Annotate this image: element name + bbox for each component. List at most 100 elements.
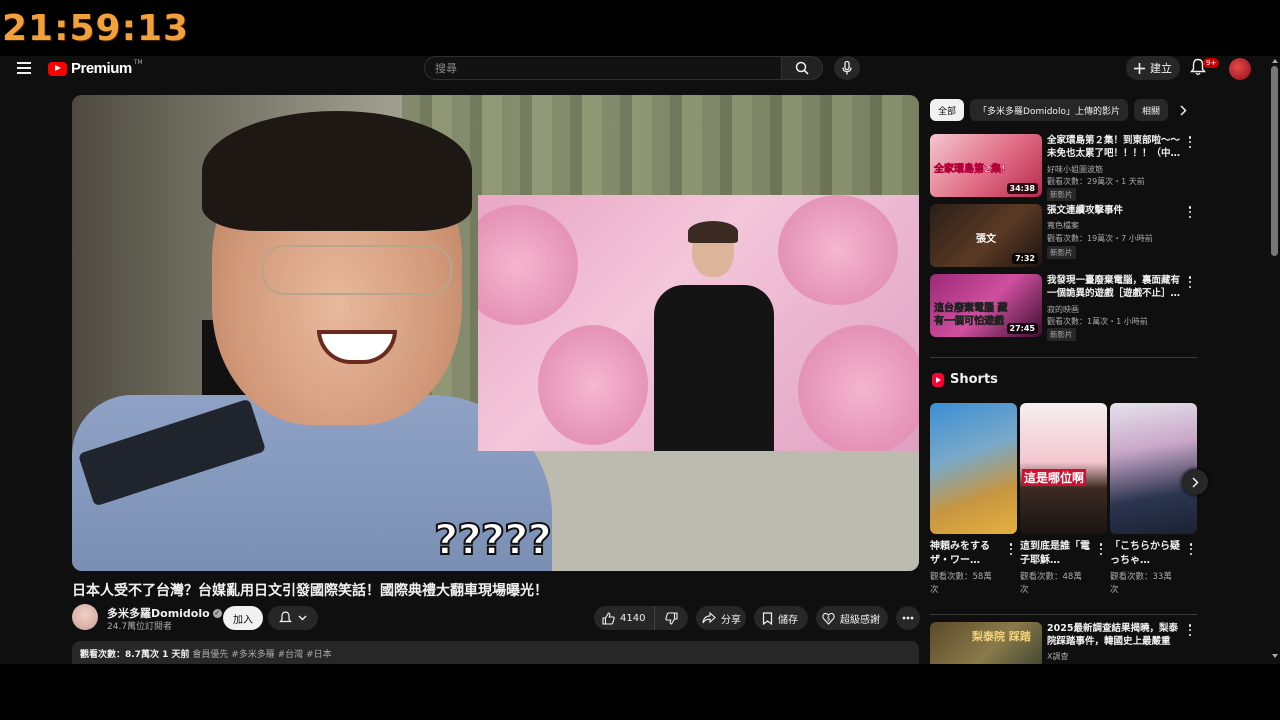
description-box[interactable]: 觀看次數：8.7萬次 1 天前 會員優先 #多米多羅 #台灣 #日本: [72, 641, 919, 664]
recommendation-item[interactable]: 這台廢棄電腦 藏有一個可怕遊戲 27:45 我發現一臺廢棄電腦，裏面藏有一個詭異…: [930, 274, 1200, 341]
short-thumbnail: [1110, 403, 1197, 534]
short-views: 觀看次數：48萬次: [1020, 572, 1082, 595]
logo-text: Premium: [71, 60, 132, 77]
youtube-play-logo-icon: [48, 61, 67, 76]
microphone-icon: [842, 61, 852, 75]
verified-check-icon: ✓: [212, 608, 222, 618]
save-button[interactable]: 儲存: [754, 606, 808, 630]
recommendation-thumbnail: 張文 7:32: [930, 204, 1042, 267]
performer-hair: [688, 221, 738, 243]
more-vertical-icon[interactable]: [1186, 543, 1196, 555]
video-duration: 34:38: [1006, 183, 1038, 194]
page-scrollbar[interactable]: [1269, 56, 1280, 664]
channel-avatar[interactable]: [72, 604, 98, 630]
video-caption: ?????: [433, 514, 553, 565]
decor-flower-4: [798, 325, 919, 451]
short-views: 觀看次數：58萬次: [930, 572, 992, 595]
screen: 21:59:13 Premium TM 搜尋 建立 9+ ????? 日本人受不…: [0, 0, 1280, 720]
overlay-clock: 21:59:13: [2, 8, 190, 49]
more-vertical-icon[interactable]: [1185, 206, 1195, 218]
masthead: Premium TM 搜尋 建立 9+: [0, 56, 1280, 80]
chip-all[interactable]: 全部: [930, 99, 965, 121]
new-video-badge: 新影片: [1047, 246, 1076, 259]
thumbnail-text: 這是哪位啊: [1022, 469, 1087, 486]
shorts-logo-icon: [932, 372, 944, 387]
notification-count-badge: 9+: [1203, 58, 1220, 68]
search-icon: [795, 61, 809, 75]
short-title: 神頼みをするザ・ワー…: [930, 541, 990, 566]
short-title: 這到底是誰「電子耶穌…: [1020, 541, 1090, 566]
recommendation-title: 張文連續攻擊事件: [1047, 205, 1124, 216]
chip-channel-uploads[interactable]: 「多米多羅Domidolo」上傳的影片: [970, 99, 1128, 121]
logo-trademark: TM: [133, 59, 143, 66]
recommendation-channel: X調查: [1047, 652, 1069, 661]
more-vertical-icon[interactable]: [1185, 276, 1195, 288]
recommendation-thumbnail: 這台廢棄電腦 藏有一個可怕遊戲 27:45: [930, 274, 1042, 337]
shorts-heading-text: Shorts: [950, 372, 998, 387]
new-video-badge: 新影片: [1047, 188, 1076, 201]
more-vertical-icon[interactable]: [1096, 543, 1106, 555]
short-item[interactable]: 這是哪位啊 這到底是誰「電子耶穌… 觀看次數：48萬次: [1020, 403, 1107, 597]
host-hair: [202, 111, 472, 231]
create-label: 建立: [1150, 62, 1172, 75]
more-actions-button[interactable]: [896, 606, 920, 630]
recommendation-item[interactable]: 張文 7:32 張文連續攻擊事件 寬色檔案 觀看次數：19萬次・7 小時前 新影…: [930, 204, 1200, 268]
shorts-heading: Shorts: [932, 372, 998, 387]
create-button[interactable]: 建立: [1126, 56, 1180, 80]
account-avatar[interactable]: [1229, 58, 1251, 80]
short-title: 「こちらから疑っちゃ…: [1110, 541, 1180, 566]
recommendation-item[interactable]: 全家環島第2集! 34:38 全家環島第２集！到東部啦～～未免也太累了吧！！！！…: [930, 134, 1200, 201]
recommendation-item[interactable]: 梨泰院 踩踏 2025最新調查結果揭曉，梨泰院踩踏事件，韓國史上最嚴重的… X調…: [930, 622, 1200, 664]
thumbnail-text: 全家環島第2集!: [934, 164, 1006, 176]
super-thanks-button[interactable]: $ 超級感謝: [816, 606, 888, 630]
recommendation-title: 2025最新調查結果揭曉，梨泰院踩踏事件，韓國史上最嚴重的…: [1047, 623, 1178, 647]
recommendation-thumbnail: 全家環島第2集! 34:38: [930, 134, 1042, 197]
video-title: 日本人受不了台灣？台媒亂用日文引發國際笑話！國際典禮大翻車現場曝光！: [72, 583, 548, 599]
subscriber-count: 24.7萬位訂閱者: [107, 622, 173, 632]
thumbs-up-icon: [602, 611, 615, 625]
chip-related[interactable]: 相關: [1133, 99, 1168, 121]
recommendation-views: 觀看次數：1萬次・1 小時前: [1047, 317, 1148, 326]
scroll-up-arrow-icon[interactable]: [1272, 59, 1278, 63]
host-glasses: [262, 245, 452, 295]
bookmark-icon: [762, 611, 773, 625]
recommendation-channel: 寂的映画: [1047, 305, 1079, 314]
search-button[interactable]: [781, 56, 823, 80]
short-item[interactable]: 神頼みをするザ・ワー… 觀看次數：58萬次: [930, 403, 1017, 597]
new-video-badge: 新影片: [1047, 328, 1076, 341]
chevron-right-icon: [1191, 476, 1199, 488]
thumbnail-text: 梨泰院 踩踏: [972, 630, 1031, 643]
super-thanks-heart-icon: $: [822, 612, 835, 625]
more-horizontal-icon: [902, 616, 914, 620]
search-input[interactable]: 搜尋: [424, 56, 782, 80]
join-button[interactable]: 加入: [223, 606, 263, 630]
subscription-bell-button[interactable]: [268, 606, 318, 630]
share-button[interactable]: 分享: [696, 606, 746, 630]
decor-flower-2: [538, 325, 648, 445]
scroll-down-arrow-icon[interactable]: [1272, 654, 1278, 658]
plus-icon: [1134, 62, 1145, 74]
decor-flower-1: [478, 205, 578, 325]
voice-search-button[interactable]: [834, 56, 860, 80]
more-vertical-icon[interactable]: [1006, 543, 1016, 555]
share-label: 分享: [721, 614, 741, 626]
more-vertical-icon[interactable]: [1185, 136, 1195, 148]
hamburger-menu-icon[interactable]: [17, 62, 31, 74]
short-item[interactable]: 「こちらから疑っちゃ… 觀看次數：33萬次: [1110, 403, 1197, 597]
description-tags: 會員優先 #多米多羅 #台灣 #日本: [192, 650, 332, 660]
youtube-premium-logo[interactable]: Premium TM: [48, 59, 143, 77]
filter-chips: 全部 「多米多羅Domidolo」上傳的影片 相關: [930, 99, 1196, 121]
recommendation-title: 我發現一臺廢棄電腦，裏面藏有一個詭異的遊戲［遊戲不止］…: [1047, 275, 1181, 299]
recommendation-views: 觀看次數：29萬次・1 天前: [1047, 177, 1145, 186]
short-views: 觀看次數：33萬次: [1110, 572, 1172, 595]
chips-next-button[interactable]: [1172, 99, 1194, 121]
like-button[interactable]: 4140: [594, 606, 654, 630]
recommendation-views: 觀看次數：19萬次・7 小時前: [1047, 234, 1153, 243]
video-player[interactable]: ?????: [72, 95, 919, 571]
scrollbar-thumb[interactable]: [1271, 66, 1278, 256]
short-thumbnail: [930, 403, 1017, 534]
thumbs-down-icon: [665, 611, 678, 625]
shorts-next-button[interactable]: [1182, 469, 1208, 495]
more-vertical-icon[interactable]: [1185, 624, 1195, 636]
dislike-button[interactable]: [654, 606, 688, 630]
